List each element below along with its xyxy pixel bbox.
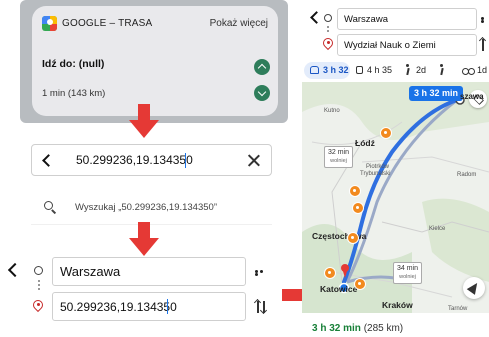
city-label: Trybunalski	[360, 171, 391, 177]
text-cursor	[185, 153, 186, 168]
bus-icon	[356, 66, 363, 74]
alt-route-badge[interactable]: 34 min wolniej	[393, 262, 423, 284]
route-map[interactable]: 3 h 32 min 32 min wolniej 34 min wolniej…	[302, 82, 489, 313]
route-dots-icon	[327, 26, 329, 34]
back-arrow-icon[interactable]	[7, 262, 23, 278]
search-icon	[44, 201, 57, 214]
search-suggestion[interactable]: Wyszukaj „50.299236,19.134350”	[31, 191, 272, 225]
chevron-down-icon[interactable]	[254, 85, 270, 101]
alt-route-note: wolniej	[330, 158, 347, 164]
alt-route-note: wolniej	[399, 274, 416, 280]
route-summary: 3 h 32 min (285 km)	[312, 323, 403, 334]
rideshare-icon	[438, 64, 446, 74]
city-label: Łódź	[355, 138, 375, 148]
bicycle-icon	[462, 66, 475, 75]
city-label: Tarnów	[448, 306, 468, 312]
back-arrow-icon[interactable]	[310, 11, 323, 24]
notification-title: Idź do: (null)	[42, 58, 105, 70]
chevron-up-icon[interactable]	[254, 59, 270, 75]
route-distance: (285 km)	[363, 323, 404, 334]
city-label: Radom	[457, 172, 477, 178]
destination-pin-icon	[30, 297, 46, 313]
red-arrow-down-icon	[129, 222, 159, 256]
origin-input[interactable]: Warszawa	[337, 8, 477, 30]
city-label: Kraków	[382, 300, 413, 310]
route-dots-icon	[38, 280, 40, 292]
travel-mode-tabs: 3 h 32 4 h 35 2d 1d	[302, 62, 489, 80]
mode-tab-bike[interactable]: 1d	[462, 62, 489, 79]
origin-dot-icon	[324, 14, 332, 22]
notification-subtitle: 1 min (143 km)	[42, 88, 106, 99]
gas-station-icon[interactable]	[349, 185, 361, 197]
mode-tab-car[interactable]: 3 h 32	[304, 62, 350, 79]
route-duration-badge[interactable]: 3 h 32 min	[409, 86, 464, 101]
notification-header: GOOGLE – TRASA Pokaż więcej	[42, 16, 268, 32]
gas-station-icon[interactable]	[324, 267, 336, 279]
city-label: Kielce	[429, 226, 446, 232]
google-maps-icon	[42, 16, 57, 31]
car-icon	[310, 66, 319, 74]
destination-input[interactable]: Wydział Nauk o Ziemi	[337, 34, 477, 56]
back-arrow-icon[interactable]	[42, 154, 55, 167]
origin-dot-icon	[34, 266, 43, 275]
walking-icon	[404, 64, 412, 74]
alt-route-time: 32 min	[328, 149, 350, 156]
mode-tab-rideshare[interactable]	[436, 62, 450, 79]
city-label: Piotrków	[366, 164, 390, 170]
mode-tab-label: 2d	[416, 65, 427, 75]
destination-pin-icon	[320, 35, 336, 51]
city-label: Katowice	[320, 284, 358, 294]
mode-tab-label: 4 h 35	[367, 65, 393, 75]
suggestion-text: Wyszukaj „50.299236,19.134350”	[75, 202, 217, 213]
city-label: szawa	[460, 92, 484, 101]
screenshot-collage: GOOGLE – TRASA Pokaż więcej Idź do: (nul…	[0, 0, 489, 337]
swap-icon[interactable]	[478, 36, 489, 53]
text-cursor	[167, 299, 168, 314]
mode-tab-transit[interactable]: 4 h 35	[354, 62, 394, 79]
gas-station-icon[interactable]	[347, 232, 359, 244]
gas-station-icon[interactable]	[380, 127, 392, 139]
navigation-arrow-icon[interactable]	[463, 277, 485, 299]
close-icon[interactable]	[247, 154, 260, 167]
more-options-icon[interactable]	[481, 17, 489, 23]
notification-app-name: GOOGLE – TRASA	[62, 18, 153, 29]
gas-station-icon[interactable]	[352, 202, 364, 214]
destination-input[interactable]: 50.299236,19.134350	[52, 292, 246, 321]
mode-tab-label: 3 h 32	[323, 65, 349, 75]
red-arrow-down-icon	[129, 104, 159, 138]
city-label: Kutno	[324, 108, 340, 114]
swap-icon[interactable]	[253, 298, 268, 315]
mode-tab-walk[interactable]: 2d	[402, 62, 430, 79]
alt-route-time: 34 min	[397, 265, 419, 272]
route-duration: 3 h 32 min	[312, 323, 361, 334]
origin-input[interactable]: Warszawa	[52, 257, 246, 286]
alt-route-badge[interactable]: 32 min wolniej	[324, 146, 354, 168]
search-input[interactable]: 50.299236,19.134350	[76, 153, 193, 167]
search-field[interactable]: 50.299236,19.134350	[31, 144, 272, 176]
mode-tab-label: 1d	[477, 65, 488, 75]
show-more-link[interactable]: Pokaż więcej	[210, 18, 268, 29]
gas-station-icon[interactable]	[354, 278, 366, 290]
more-options-icon[interactable]	[255, 270, 269, 276]
route-notification[interactable]: GOOGLE – TRASA Pokaż więcej Idź do: (nul…	[32, 6, 278, 116]
